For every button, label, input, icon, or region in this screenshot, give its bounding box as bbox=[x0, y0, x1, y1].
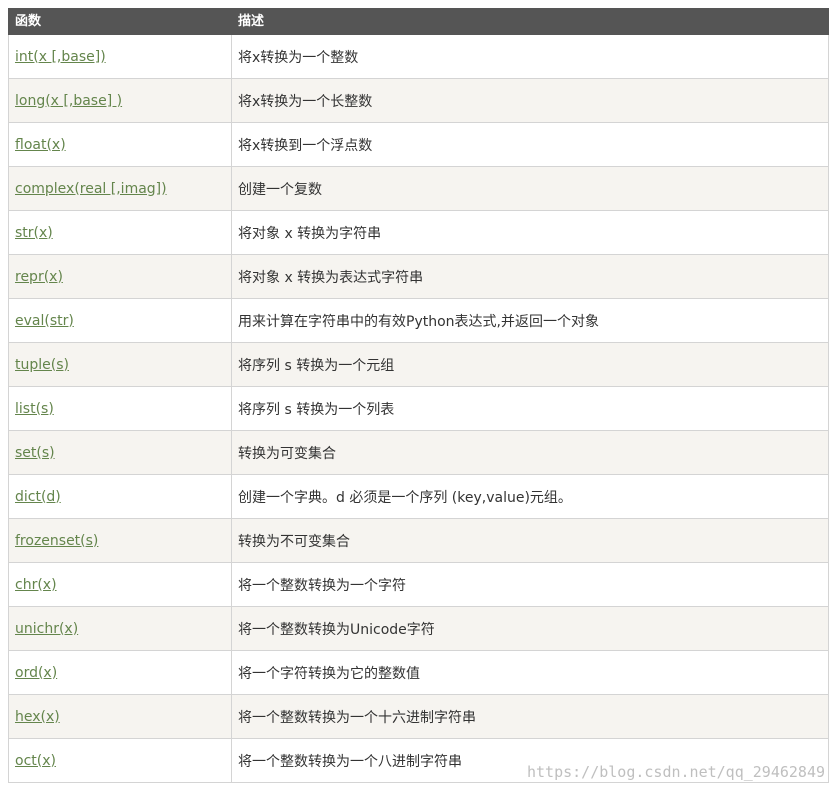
function-cell: set(s) bbox=[8, 430, 232, 475]
function-table: 函数 描述 int(x [,base]) 将x转换为一个整数 long(x [,… bbox=[8, 8, 829, 783]
table-row: list(s) 将序列 s 转换为一个列表 bbox=[8, 386, 829, 431]
function-cell: eval(str) bbox=[8, 298, 232, 343]
function-link[interactable]: chr(x) bbox=[15, 577, 57, 593]
function-link[interactable]: frozenset(s) bbox=[15, 533, 98, 549]
table-row: tuple(s) 将序列 s 转换为一个元组 bbox=[8, 342, 829, 387]
table-row: str(x) 将对象 x 转换为字符串 bbox=[8, 210, 829, 255]
description-cell: 将x转换为一个整数 bbox=[231, 34, 829, 79]
table-row: chr(x) 将一个整数转换为一个字符 bbox=[8, 562, 829, 607]
table-row: ord(x) 将一个字符转换为它的整数值 bbox=[8, 650, 829, 695]
description-cell: 将x转换为一个长整数 bbox=[231, 78, 829, 123]
function-link[interactable]: hex(x) bbox=[15, 709, 60, 725]
table-row: unichr(x) 将一个整数转换为Unicode字符 bbox=[8, 606, 829, 651]
table-row: hex(x) 将一个整数转换为一个十六进制字符串 bbox=[8, 694, 829, 739]
function-cell: float(x) bbox=[8, 122, 232, 167]
function-link[interactable]: int(x [,base]) bbox=[15, 49, 106, 65]
description-cell: 将一个整数转换为Unicode字符 bbox=[231, 606, 829, 651]
function-cell: dict(d) bbox=[8, 474, 232, 519]
table-row: int(x [,base]) 将x转换为一个整数 bbox=[8, 34, 829, 79]
function-cell: chr(x) bbox=[8, 562, 232, 607]
table-row: set(s) 转换为可变集合 bbox=[8, 430, 829, 475]
header-description: 描述 bbox=[231, 8, 829, 35]
function-link[interactable]: long(x [,base] ) bbox=[15, 93, 122, 109]
description-cell: 将x转换到一个浮点数 bbox=[231, 122, 829, 167]
table-row: complex(real [,imag]) 创建一个复数 bbox=[8, 166, 829, 211]
function-link[interactable]: set(s) bbox=[15, 445, 55, 461]
function-link[interactable]: ord(x) bbox=[15, 665, 57, 681]
function-link[interactable]: complex(real [,imag]) bbox=[15, 181, 167, 197]
description-cell: 将对象 x 转换为表达式字符串 bbox=[231, 254, 829, 299]
function-cell: oct(x) bbox=[8, 738, 232, 783]
function-link[interactable]: repr(x) bbox=[15, 269, 63, 285]
table-row: dict(d) 创建一个字典。d 必须是一个序列 (key,value)元组。 bbox=[8, 474, 829, 519]
function-link[interactable]: float(x) bbox=[15, 137, 66, 153]
function-cell: unichr(x) bbox=[8, 606, 232, 651]
function-link[interactable]: list(s) bbox=[15, 401, 54, 417]
description-cell: 转换为不可变集合 bbox=[231, 518, 829, 563]
description-cell: 将一个整数转换为一个十六进制字符串 bbox=[231, 694, 829, 739]
function-link[interactable]: str(x) bbox=[15, 225, 53, 241]
function-link[interactable]: dict(d) bbox=[15, 489, 61, 505]
function-cell: complex(real [,imag]) bbox=[8, 166, 232, 211]
function-link[interactable]: unichr(x) bbox=[15, 621, 78, 637]
function-cell: int(x [,base]) bbox=[8, 34, 232, 79]
header-function: 函数 bbox=[8, 8, 232, 35]
function-cell: tuple(s) bbox=[8, 342, 232, 387]
description-cell: 将一个字符转换为它的整数值 bbox=[231, 650, 829, 695]
description-cell: 用来计算在字符串中的有效Python表达式,并返回一个对象 bbox=[231, 298, 829, 343]
table-row: float(x) 将x转换到一个浮点数 bbox=[8, 122, 829, 167]
function-cell: frozenset(s) bbox=[8, 518, 232, 563]
description-cell: 将序列 s 转换为一个元组 bbox=[231, 342, 829, 387]
description-cell: 将对象 x 转换为字符串 bbox=[231, 210, 829, 255]
function-cell: hex(x) bbox=[8, 694, 232, 739]
description-cell: 创建一个字典。d 必须是一个序列 (key,value)元组。 bbox=[231, 474, 829, 519]
function-link[interactable]: eval(str) bbox=[15, 313, 74, 329]
description-cell: 将序列 s 转换为一个列表 bbox=[231, 386, 829, 431]
table-row: long(x [,base] ) 将x转换为一个长整数 bbox=[8, 78, 829, 123]
table-header-row: 函数 描述 bbox=[8, 8, 829, 35]
watermark: https://blog.csdn.net/qq_29462849 bbox=[526, 763, 825, 781]
description-cell: 创建一个复数 bbox=[231, 166, 829, 211]
function-link[interactable]: tuple(s) bbox=[15, 357, 69, 373]
function-cell: ord(x) bbox=[8, 650, 232, 695]
table-row: frozenset(s) 转换为不可变集合 bbox=[8, 518, 829, 563]
function-cell: repr(x) bbox=[8, 254, 232, 299]
function-cell: long(x [,base] ) bbox=[8, 78, 232, 123]
function-cell: str(x) bbox=[8, 210, 232, 255]
function-cell: list(s) bbox=[8, 386, 232, 431]
table-row: eval(str) 用来计算在字符串中的有效Python表达式,并返回一个对象 bbox=[8, 298, 829, 343]
table-row: repr(x) 将对象 x 转换为表达式字符串 bbox=[8, 254, 829, 299]
description-cell: 将一个整数转换为一个字符 bbox=[231, 562, 829, 607]
function-link[interactable]: oct(x) bbox=[15, 753, 56, 769]
description-cell: 转换为可变集合 bbox=[231, 430, 829, 475]
